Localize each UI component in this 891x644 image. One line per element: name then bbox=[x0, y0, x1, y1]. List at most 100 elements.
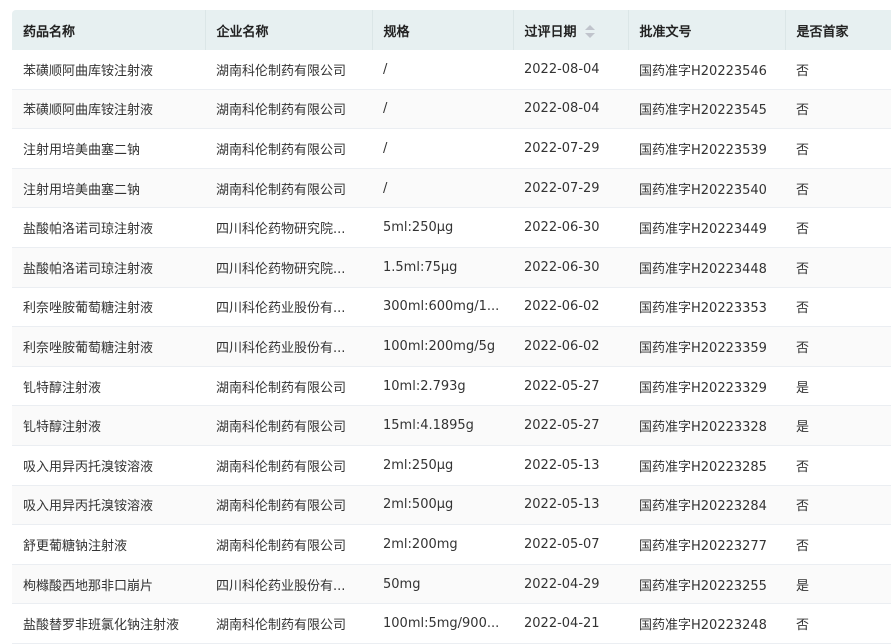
table-row: 盐酸帕洛诺司琼注射液 四川科伦药物研究院... 1.5ml:75μg 2022-06-… bbox=[12, 247, 891, 288]
approval-no-cell: 国药准字H20223545 bbox=[628, 89, 785, 130]
company-cell: 湖南科伦制药有限公司 bbox=[205, 485, 372, 526]
drug-name-link[interactable]: 利奈唑胺葡萄糖注射液 bbox=[12, 287, 205, 328]
drug-name-link[interactable]: 吸入用异丙托溴铵溶液 bbox=[12, 485, 205, 526]
company-cell: 湖南科伦制药有限公司 bbox=[205, 50, 372, 90]
date-cell: 2022-08-04 bbox=[513, 50, 628, 90]
company-cell: 四川科伦药业股份有... bbox=[205, 564, 372, 605]
spec-cell: / bbox=[372, 128, 513, 169]
approval-no-cell: 国药准字H20223449 bbox=[628, 207, 785, 248]
date-cell: 2022-07-29 bbox=[513, 168, 628, 209]
approval-no-cell: 国药准字H20223353 bbox=[628, 287, 785, 328]
company-cell: 四川科伦药业股份有... bbox=[205, 287, 372, 328]
drug-name-link[interactable]: 盐酸帕洛诺司琼注射液 bbox=[12, 207, 205, 248]
company-cell: 湖南科伦制药有限公司 bbox=[205, 168, 372, 209]
first-cell: 是 bbox=[785, 564, 891, 605]
spec-cell: 10ml:2.793g bbox=[372, 366, 513, 407]
sort-icon[interactable] bbox=[584, 25, 595, 39]
table-row: 钆特醇注射液 湖南科伦制药有限公司 15ml:4.1895g 2022-05-27 国药… bbox=[12, 405, 891, 446]
drug-name-link[interactable]: 钆特醇注射液 bbox=[12, 366, 205, 407]
spec-cell: / bbox=[372, 89, 513, 130]
first-cell: 否 bbox=[785, 50, 891, 90]
approval-no-cell: 国药准字H20223546 bbox=[628, 50, 785, 90]
date-cell: 2022-05-13 bbox=[513, 485, 628, 526]
approval-no-cell: 国药准字H20223448 bbox=[628, 247, 785, 288]
first-cell: 否 bbox=[785, 524, 891, 565]
drug-name-link[interactable]: 苯磺顺阿曲库铵注射液 bbox=[12, 89, 205, 130]
first-cell: 否 bbox=[785, 128, 891, 169]
date-cell: 2022-04-29 bbox=[513, 564, 628, 605]
table-row: 盐酸替罗非班氯化钠注射液 湖南科伦制药有限公司 100ml:5mg/900... 20… bbox=[12, 603, 891, 644]
table-row: 钆特醇注射液 湖南科伦制药有限公司 10ml:2.793g 2022-05-27 国药准… bbox=[12, 366, 891, 407]
spec-cell: 2ml:200mg bbox=[372, 524, 513, 565]
table-row: 利奈唑胺葡萄糖注射液 四川科伦药业股份有... 100ml:200mg/5g 2022… bbox=[12, 326, 891, 367]
date-cell: 2022-06-02 bbox=[513, 326, 628, 367]
first-cell: 否 bbox=[785, 287, 891, 328]
first-cell: 否 bbox=[785, 89, 891, 130]
drug-name-link[interactable]: 钆特醇注射液 bbox=[12, 405, 205, 446]
drug-name-link[interactable]: 注射用培美曲塞二钠 bbox=[12, 168, 205, 209]
approval-no-cell: 国药准字H20223540 bbox=[628, 168, 785, 209]
col-approval-no: 批准文号 bbox=[628, 10, 786, 50]
date-cell: 2022-04-21 bbox=[513, 603, 628, 644]
drug-name-link[interactable]: 吸入用异丙托溴铵溶液 bbox=[12, 445, 205, 486]
table-row: 盐酸帕洛诺司琼注射液 四川科伦药物研究院... 5ml:250μg 2022-06-3… bbox=[12, 207, 891, 248]
first-cell: 否 bbox=[785, 207, 891, 248]
company-cell: 四川科伦药物研究院... bbox=[205, 247, 372, 288]
spec-cell: / bbox=[372, 168, 513, 209]
drug-name-link[interactable]: 舒更葡糖钠注射液 bbox=[12, 524, 205, 565]
table-row: 利奈唑胺葡萄糖注射液 四川科伦药业股份有... 300ml:600mg/1... 20… bbox=[12, 287, 891, 328]
drug-name-link[interactable]: 枸橼酸西地那非口崩片 bbox=[12, 564, 205, 605]
drug-name-link[interactable]: 盐酸帕洛诺司琼注射液 bbox=[12, 247, 205, 288]
approval-no-cell: 国药准字H20223329 bbox=[628, 366, 785, 407]
company-cell: 湖南科伦制药有限公司 bbox=[205, 89, 372, 130]
spec-cell: 100ml:5mg/900... bbox=[372, 603, 513, 644]
first-cell: 否 bbox=[785, 445, 891, 486]
col-date[interactable]: 过评日期 bbox=[513, 10, 629, 50]
drug-name-link[interactable]: 苯磺顺阿曲库铵注射液 bbox=[12, 50, 205, 90]
first-cell: 否 bbox=[785, 485, 891, 526]
first-cell: 否 bbox=[785, 326, 891, 367]
first-cell: 是 bbox=[785, 366, 891, 407]
date-cell: 2022-06-30 bbox=[513, 207, 628, 248]
date-cell: 2022-05-13 bbox=[513, 445, 628, 486]
company-cell: 湖南科伦制药有限公司 bbox=[205, 128, 372, 169]
spec-cell: 2ml:250μg bbox=[372, 445, 513, 486]
date-cell: 2022-05-27 bbox=[513, 405, 628, 446]
table-row: 吸入用异丙托溴铵溶液 湖南科伦制药有限公司 2ml:500μg 2022-05-13 国… bbox=[12, 485, 891, 526]
company-cell: 湖南科伦制药有限公司 bbox=[205, 405, 372, 446]
company-cell: 湖南科伦制药有限公司 bbox=[205, 524, 372, 565]
spec-cell: 15ml:4.1895g bbox=[372, 405, 513, 446]
spec-cell: 300ml:600mg/1... bbox=[372, 287, 513, 328]
approval-no-cell: 国药准字H20223539 bbox=[628, 128, 785, 169]
drug-name-link[interactable]: 盐酸替罗非班氯化钠注射液 bbox=[12, 603, 205, 644]
approval-no-cell: 国药准字H20223359 bbox=[628, 326, 785, 367]
table-row: 苯磺顺阿曲库铵注射液 湖南科伦制药有限公司/2022-08-04 国药准字H2022… bbox=[12, 50, 891, 90]
approval-no-cell: 国药准字H20223285 bbox=[628, 445, 785, 486]
approval-no-cell: 国药准字H20223255 bbox=[628, 564, 785, 605]
company-cell: 四川科伦药业股份有... bbox=[205, 326, 372, 367]
table-row: 注射用培美曲塞二钠 湖南科伦制药有限公司/2022-07-29 国药准字H20223… bbox=[12, 168, 891, 209]
drug-name-link[interactable]: 利奈唑胺葡萄糖注射液 bbox=[12, 326, 205, 367]
col-company: 企业名称 bbox=[205, 10, 373, 50]
table-header: 药品名称 企业名称 规格 过评日期 批准文号 是否首家 bbox=[12, 10, 891, 50]
table-row: 舒更葡糖钠注射液 湖南科伦制药有限公司 2ml:200mg 2022-05-07 国药准… bbox=[12, 524, 891, 565]
table-row: 枸橼酸西地那非口崩片 四川科伦药业股份有... 50mg 2022-04-29 国药准字… bbox=[12, 564, 891, 605]
spec-cell: / bbox=[372, 50, 513, 90]
date-cell: 2022-08-04 bbox=[513, 89, 628, 130]
first-cell: 否 bbox=[785, 168, 891, 209]
company-cell: 湖南科伦制药有限公司 bbox=[205, 366, 372, 407]
first-cell: 否 bbox=[785, 247, 891, 288]
spec-cell: 1.5ml:75μg bbox=[372, 247, 513, 288]
spec-cell: 5ml:250μg bbox=[372, 207, 513, 248]
date-cell: 2022-06-02 bbox=[513, 287, 628, 328]
col-date-label: 过评日期 bbox=[524, 24, 577, 40]
first-cell: 否 bbox=[785, 603, 891, 644]
drug-name-link[interactable]: 注射用培美曲塞二钠 bbox=[12, 128, 205, 169]
table-row: 苯磺顺阿曲库铵注射液 湖南科伦制药有限公司/2022-08-04 国药准字H2022… bbox=[12, 89, 891, 130]
company-cell: 湖南科伦制药有限公司 bbox=[205, 603, 372, 644]
spec-cell: 100ml:200mg/5g bbox=[372, 326, 513, 367]
approval-no-cell: 国药准字H20223284 bbox=[628, 485, 785, 526]
approval-no-cell: 国药准字H20223328 bbox=[628, 405, 785, 446]
approval-no-cell: 国药准字H20223248 bbox=[628, 603, 785, 644]
table-row: 吸入用异丙托溴铵溶液 湖南科伦制药有限公司 2ml:250μg 2022-05-13 国… bbox=[12, 445, 891, 486]
